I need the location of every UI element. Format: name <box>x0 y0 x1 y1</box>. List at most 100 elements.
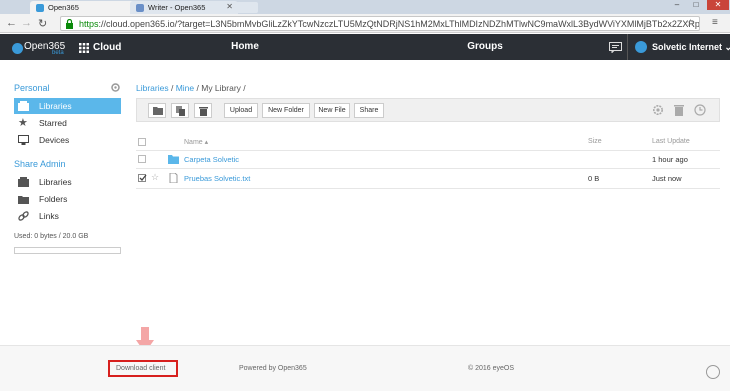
move-folder-icon <box>153 107 163 115</box>
logo-cloud-icon <box>12 43 23 54</box>
close-window-button[interactable]: ✕ <box>707 0 729 10</box>
trash-icon <box>199 107 208 116</box>
page-footer: Download client Powered by Open365 © 201… <box>0 345 730 391</box>
star-outline-icon[interactable]: ☆ <box>151 172 159 183</box>
url-scheme: https <box>79 19 99 29</box>
copyright-text: © 2016 eyeOS <box>468 365 515 372</box>
section-title-share-admin: Share Admin <box>14 159 66 169</box>
libraries-icon <box>18 101 29 111</box>
breadcrumb-separator: / <box>168 83 176 93</box>
chat-icon[interactable] <box>609 42 622 53</box>
open365-logo[interactable]: Open365 beta <box>12 40 72 56</box>
file-size: 0 B <box>588 174 600 183</box>
select-all-checkbox[interactable] <box>138 138 146 146</box>
tab-close-icon[interactable]: ✕ <box>226 2 233 11</box>
share-button[interactable]: Share <box>354 103 384 118</box>
column-size-header: Size <box>588 138 602 145</box>
cloud-label[interactable]: Cloud <box>93 42 121 53</box>
column-updated-header: Last Update <box>652 138 690 145</box>
sidebar-item-links[interactable]: Links <box>14 208 121 224</box>
user-avatar[interactable] <box>635 41 647 53</box>
settings-gear-icon[interactable] <box>652 104 664 116</box>
sidebar-item-label: Starred <box>39 118 67 128</box>
sidebar-item-label: Devices <box>39 135 70 145</box>
table-row[interactable]: ☆ Pruebas Solvetic.txt 0 B Just now <box>136 170 720 187</box>
tab-title: Writer - Open365 <box>148 3 206 12</box>
new-tab-button[interactable] <box>236 2 258 13</box>
delete-button[interactable] <box>194 103 212 118</box>
folder-icon <box>18 196 29 204</box>
storage-usage-bar <box>14 247 121 254</box>
text-file-icon <box>169 173 178 183</box>
breadcrumb: Libraries / Mine / My Library / <box>136 83 246 93</box>
breadcrumb-current: My Library / <box>201 83 246 93</box>
file-name-link[interactable]: Carpeta Solvetic <box>184 155 239 164</box>
nav-home[interactable]: Home <box>125 34 365 60</box>
sidebar: Personal Libraries ★ Starred Devices Sha… <box>0 60 130 345</box>
sidebar-item-starred[interactable]: ★ Starred <box>14 115 121 131</box>
sidebar-item-share-libraries[interactable]: Libraries <box>14 174 121 190</box>
row-checkbox[interactable] <box>138 174 147 182</box>
gear-icon[interactable] <box>111 83 120 92</box>
sidebar-item-folders[interactable]: Folders <box>14 191 121 207</box>
copy-icon <box>176 106 185 116</box>
nav-groups[interactable]: Groups <box>365 34 605 60</box>
link-icon <box>18 211 29 221</box>
help-circle-icon[interactable] <box>706 365 720 379</box>
back-arrow-icon[interactable]: ← <box>6 17 17 29</box>
file-last-update: Just now <box>652 174 682 183</box>
new-file-button[interactable]: New File <box>314 103 350 118</box>
download-client-link[interactable]: Download client <box>116 365 165 372</box>
url-input[interactable]: https://cloud.open365.io/?target=L3N5bmM… <box>60 16 700 31</box>
sidebar-item-libraries[interactable]: Libraries <box>14 98 121 114</box>
apps-grid-icon[interactable] <box>79 43 89 53</box>
sidebar-item-label: Libraries <box>39 101 72 111</box>
copy-button[interactable] <box>171 103 189 118</box>
bookmark-star-icon[interactable]: ☆ <box>686 18 695 29</box>
row-checkbox[interactable] <box>138 155 146 163</box>
maximize-button[interactable]: □ <box>687 0 705 10</box>
browser-address-bar: ← → ↻ https://cloud.open365.io/?target=L… <box>0 14 730 33</box>
open365-favicon-icon <box>36 4 44 12</box>
minimize-button[interactable]: – <box>668 0 686 10</box>
sidebar-item-devices[interactable]: Devices <box>14 132 121 148</box>
monitor-icon <box>18 135 29 145</box>
browser-tab-bar: Open365 ✕ Writer - Open365 ✕ – □ ✕ <box>0 0 730 14</box>
star-icon: ★ <box>18 117 28 129</box>
tab-title: Open365 <box>48 3 79 12</box>
header-divider <box>627 34 628 60</box>
upload-button[interactable]: Upload <box>224 103 258 118</box>
move-button[interactable] <box>148 103 166 118</box>
new-folder-button[interactable]: New Folder <box>262 103 310 118</box>
file-table-header: Name ▴ Size Last Update <box>136 137 720 149</box>
trash-icon[interactable] <box>673 104 685 116</box>
browser-tab-writer[interactable]: Writer - Open365 ✕ <box>130 1 238 14</box>
storage-usage-text: Used: 0 bytes / 20.0 GB <box>14 233 89 240</box>
table-divider <box>136 168 720 169</box>
reload-icon[interactable]: ↻ <box>38 17 47 30</box>
sidebar-item-label: Links <box>39 211 59 221</box>
file-toolbar: Upload New Folder New File Share <box>136 98 720 122</box>
file-last-update: 1 hour ago <box>652 155 688 164</box>
user-menu[interactable]: Solvetic Internet ⌄ <box>652 42 730 53</box>
file-name-link[interactable]: Pruebas Solvetic.txt <box>184 174 250 183</box>
browser-menu-icon[interactable]: ≡ <box>712 17 718 28</box>
table-divider <box>136 188 720 189</box>
folder-icon <box>168 155 179 164</box>
lock-icon <box>66 19 73 29</box>
column-name-header[interactable]: Name ▴ <box>184 138 208 146</box>
sidebar-item-label: Libraries <box>39 177 72 187</box>
url-rest: ://cloud.open365.io/?target=L3N5bmMvbGli… <box>98 19 700 29</box>
writer-favicon-icon <box>136 4 144 12</box>
breadcrumb-libraries[interactable]: Libraries <box>136 83 169 93</box>
sidebar-item-label: Folders <box>39 194 68 204</box>
powered-by-text: Powered by Open365 <box>239 365 307 372</box>
libraries-icon <box>18 177 29 187</box>
checkmark-icon <box>139 174 147 181</box>
history-clock-icon[interactable] <box>694 104 706 116</box>
section-title-personal: Personal <box>14 83 50 93</box>
app-header: Open365 beta Cloud Home Groups Solvetic … <box>0 34 730 60</box>
table-row[interactable]: Carpeta Solvetic 1 hour ago <box>136 151 720 168</box>
breadcrumb-mine[interactable]: Mine <box>176 83 194 93</box>
forward-arrow-icon[interactable]: → <box>21 17 32 29</box>
